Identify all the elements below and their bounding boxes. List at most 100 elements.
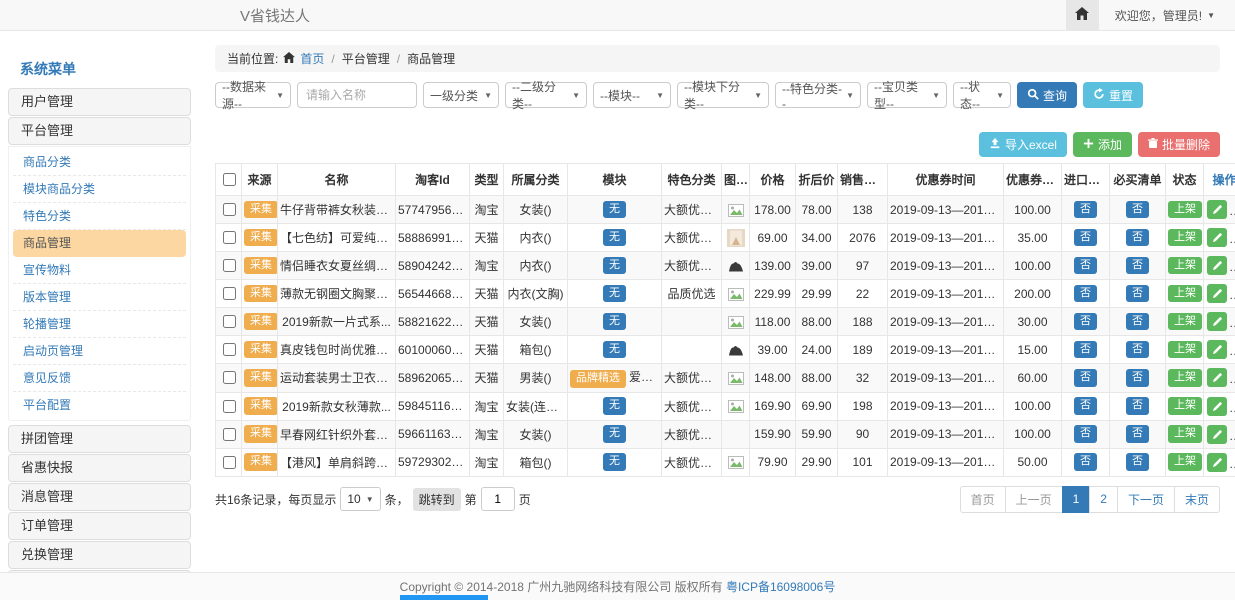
pager-prev[interactable]: 上一页: [1005, 486, 1063, 513]
filter-level1-category[interactable]: 一级分类▼: [423, 82, 499, 108]
edit-button[interactable]: [1207, 228, 1227, 247]
page-size-select[interactable]: 10 ▼: [340, 487, 380, 511]
sidebar-section-1[interactable]: 平台管理: [8, 117, 191, 145]
filter-module[interactable]: --模块--▼: [593, 82, 671, 108]
filter-status[interactable]: --状态--▼: [953, 82, 1011, 108]
edit-button[interactable]: [1207, 453, 1227, 472]
import-select-toggle[interactable]: 否: [1074, 453, 1097, 471]
pager-last[interactable]: 末页: [1174, 486, 1220, 513]
row-checkbox[interactable]: [223, 456, 236, 469]
status-toggle[interactable]: 上架: [1168, 257, 1202, 275]
filter-module-subcategory[interactable]: --模块下分类--▼: [677, 82, 769, 108]
status-toggle[interactable]: 上架: [1168, 425, 1202, 443]
icp-link[interactable]: 粤ICP备16098006号: [726, 578, 835, 595]
user-menu[interactable]: 欢迎您，管理员! ▼: [1099, 0, 1235, 30]
status-toggle[interactable]: 上架: [1168, 201, 1202, 219]
sidebar-item-2[interactable]: 特色分类: [13, 203, 186, 230]
home-button[interactable]: [1066, 0, 1099, 30]
filter-feature-category[interactable]: --特色分类--▼: [775, 82, 861, 108]
import-select-toggle[interactable]: 否: [1074, 257, 1097, 275]
row-checkbox[interactable]: [223, 371, 236, 384]
filter-level2-category[interactable]: --二级分类--▼: [505, 82, 587, 108]
sidebar-item-4[interactable]: 宣传物料: [13, 257, 186, 284]
edit-button[interactable]: [1207, 425, 1227, 444]
breadcrumb-home-link[interactable]: 首页: [300, 50, 324, 67]
filter-item-type[interactable]: --宝贝类型--▼: [867, 82, 947, 108]
row-checkbox[interactable]: [223, 231, 236, 244]
sidebar-item-6[interactable]: 轮播管理: [13, 311, 186, 338]
sales-count: 22: [838, 280, 888, 308]
edit-button[interactable]: [1207, 284, 1227, 303]
filter-data-source[interactable]: --数据来源--▼: [215, 82, 291, 108]
sidebar-item-7[interactable]: 启动页管理: [13, 338, 186, 365]
sidebar-bottom-section-4[interactable]: 兑换管理: [8, 541, 191, 569]
trash-icon: [1148, 138, 1158, 152]
price: 118.00: [750, 308, 796, 336]
import-select-toggle[interactable]: 否: [1074, 397, 1097, 415]
sidebar-bottom-section-3[interactable]: 订单管理: [8, 512, 191, 540]
row-checkbox[interactable]: [223, 428, 236, 441]
edit-button[interactable]: [1207, 312, 1227, 331]
reset-button[interactable]: 重置: [1083, 82, 1143, 108]
must-buy-toggle[interactable]: 否: [1126, 285, 1149, 303]
sidebar-item-3[interactable]: 商品管理: [13, 230, 186, 257]
must-buy-toggle[interactable]: 否: [1126, 369, 1149, 387]
batch-delete-button[interactable]: 批量删除: [1138, 132, 1220, 157]
status-toggle[interactable]: 上架: [1168, 285, 1202, 303]
row-checkbox[interactable]: [223, 400, 236, 413]
jump-button[interactable]: 跳转到: [413, 488, 461, 511]
edit-button[interactable]: [1207, 368, 1227, 387]
search-button[interactable]: 查询: [1017, 82, 1077, 108]
must-buy-toggle[interactable]: 否: [1126, 201, 1149, 219]
sidebar-bottom-section-1[interactable]: 省惠快报: [8, 454, 191, 482]
sidebar-section-0[interactable]: 用户管理: [8, 88, 191, 116]
status-toggle[interactable]: 上架: [1168, 369, 1202, 387]
edit-button[interactable]: [1207, 397, 1227, 416]
add-button[interactable]: 添加: [1073, 132, 1132, 157]
must-buy-toggle[interactable]: 否: [1126, 397, 1149, 415]
sidebar-item-8[interactable]: 意见反馈: [13, 365, 186, 392]
import-select-toggle[interactable]: 否: [1074, 285, 1097, 303]
import-excel-button[interactable]: 导入excel: [979, 132, 1067, 157]
filter-name-input[interactable]: [297, 82, 417, 108]
edit-button[interactable]: [1207, 340, 1227, 359]
row-checkbox[interactable]: [223, 315, 236, 328]
sidebar-bottom-section-0[interactable]: 拼团管理: [8, 425, 191, 453]
pager-page-2[interactable]: 2: [1089, 486, 1118, 513]
sidebar-item-1[interactable]: 模块商品分类: [13, 176, 186, 203]
must-buy-toggle[interactable]: 否: [1126, 313, 1149, 331]
sidebar-item-0[interactable]: 商品分类: [13, 149, 186, 176]
feature-category: 大额优惠券: [662, 224, 722, 252]
import-select-toggle[interactable]: 否: [1074, 341, 1097, 359]
sidebar-bottom-section-2[interactable]: 消息管理: [8, 483, 191, 511]
pager-first[interactable]: 首页: [960, 486, 1006, 513]
import-select-toggle[interactable]: 否: [1074, 229, 1097, 247]
status-toggle[interactable]: 上架: [1168, 229, 1202, 247]
page-number-input[interactable]: [481, 487, 515, 511]
must-buy-toggle[interactable]: 否: [1126, 453, 1149, 471]
status-toggle[interactable]: 上架: [1168, 341, 1202, 359]
sidebar-item-9[interactable]: 平台配置: [13, 392, 186, 418]
row-checkbox[interactable]: [223, 203, 236, 216]
must-buy-toggle[interactable]: 否: [1126, 341, 1149, 359]
pager-next[interactable]: 下一页: [1117, 486, 1175, 513]
select-all-checkbox[interactable]: [223, 173, 236, 186]
must-buy-toggle[interactable]: 否: [1126, 257, 1149, 275]
import-select-toggle[interactable]: 否: [1074, 313, 1097, 331]
row-select-cell: [216, 280, 242, 308]
edit-button[interactable]: [1207, 200, 1227, 219]
pager-page-1[interactable]: 1: [1062, 486, 1091, 513]
status-toggle[interactable]: 上架: [1168, 397, 1202, 415]
status-toggle[interactable]: 上架: [1168, 313, 1202, 331]
import-select-toggle[interactable]: 否: [1074, 201, 1097, 219]
status-toggle[interactable]: 上架: [1168, 453, 1202, 471]
must-buy-toggle[interactable]: 否: [1126, 425, 1149, 443]
sidebar-item-5[interactable]: 版本管理: [13, 284, 186, 311]
import-select-toggle[interactable]: 否: [1074, 425, 1097, 443]
import-select-toggle[interactable]: 否: [1074, 369, 1097, 387]
row-checkbox[interactable]: [223, 343, 236, 356]
edit-button[interactable]: [1207, 256, 1227, 275]
row-checkbox[interactable]: [223, 259, 236, 272]
row-checkbox[interactable]: [223, 287, 236, 300]
must-buy-toggle[interactable]: 否: [1126, 229, 1149, 247]
